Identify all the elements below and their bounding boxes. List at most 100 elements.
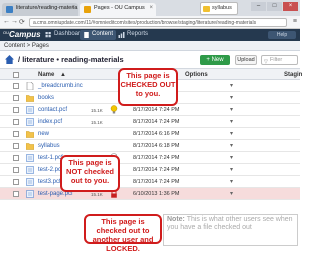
- row-options-dropdown-icon[interactable]: ▾: [230, 118, 233, 125]
- modified-date: 8/17/2014 7:24 PM: [133, 167, 180, 173]
- address-bar-row: ← → ⟳ a.cms.omniupdate.com/11/#omnieditc…: [0, 16, 300, 29]
- forward-arrow-icon[interactable]: →: [11, 18, 18, 25]
- row-checkbox[interactable]: [13, 83, 19, 89]
- row-options-dropdown-icon[interactable]: ▾: [230, 142, 233, 149]
- row-options-dropdown-icon[interactable]: ▾: [230, 178, 233, 185]
- modified-date: 8/17/2014 6:18 PM: [133, 143, 180, 149]
- folder-icon: [25, 130, 35, 138]
- close-tab-icon[interactable]: ×: [71, 5, 75, 11]
- page-icon: [26, 190, 34, 198]
- table-row[interactable]: syllabus 8/17/2014 6:18 PM ▾: [0, 140, 300, 152]
- folder-icon: [25, 142, 35, 150]
- bookmark-label: syllabus: [212, 5, 232, 11]
- lightbulb-lit-icon[interactable]: [110, 105, 118, 115]
- callout-not-checked-out: This page is NOT checked out to you.: [60, 155, 120, 192]
- upload-button[interactable]: Upload: [235, 55, 257, 65]
- browser-menu-icon[interactable]: ≡: [293, 18, 297, 25]
- reports-icon: [118, 32, 125, 38]
- page-icon: [26, 154, 34, 162]
- select-all-checkbox[interactable]: [13, 72, 19, 78]
- row-checkbox[interactable]: [13, 107, 19, 113]
- row-options-dropdown-icon[interactable]: ▾: [230, 166, 233, 173]
- row-options-dropdown-icon[interactable]: ▾: [230, 106, 233, 113]
- column-header-name[interactable]: Name: [38, 72, 54, 78]
- file-name-link[interactable]: test-1.pcf: [38, 155, 63, 161]
- nav-label: Reports: [127, 31, 149, 37]
- app-header: OUCampus Dashboard Content Reports Help: [0, 29, 300, 41]
- file-name-link[interactable]: test-2.pcf: [38, 167, 63, 173]
- nav-reports[interactable]: Reports: [115, 30, 151, 40]
- minimize-button[interactable]: –: [251, 2, 266, 11]
- row-options-dropdown-icon[interactable]: ▾: [230, 82, 233, 89]
- row-checkbox[interactable]: [13, 155, 19, 161]
- modified-date: 8/17/2014 7:24 PM: [133, 107, 180, 113]
- home-icon[interactable]: [5, 55, 14, 64]
- table-row[interactable]: test3.pcf15.1K8/17/2014 7:24 PM▾: [0, 176, 300, 188]
- file-size: 15.1K: [91, 192, 103, 197]
- folder-icon: [203, 6, 210, 12]
- help-menu[interactable]: Help: [268, 31, 296, 39]
- row-checkbox[interactable]: [13, 191, 19, 197]
- row-options-dropdown-icon[interactable]: ▾: [230, 130, 233, 137]
- file-size: 15.1K: [91, 108, 103, 113]
- reload-icon[interactable]: ⟳: [19, 18, 25, 26]
- url-field[interactable]: a.cms.omniupdate.com/11/#omnieditcom/sit…: [29, 18, 287, 27]
- file-name-link[interactable]: contact.pcf: [38, 107, 67, 113]
- path-folder-reading-materials: reading-materials: [61, 55, 124, 64]
- page-favicon-icon: [6, 6, 13, 13]
- callout-checked-out: This page is CHECKED OUT to you.: [118, 68, 178, 106]
- row-checkbox[interactable]: [13, 119, 19, 125]
- note-label: Note:: [167, 216, 185, 223]
- row-checkbox[interactable]: [13, 143, 19, 149]
- back-arrow-icon[interactable]: ←: [3, 18, 10, 25]
- folder-icon: [25, 94, 35, 102]
- file-name-link[interactable]: new: [38, 131, 49, 137]
- row-checkbox[interactable]: [13, 95, 19, 101]
- ou-campus-logo[interactable]: OUCampus: [3, 30, 41, 39]
- browser-tab-title: Pages - OU Campus: [94, 5, 145, 11]
- modified-date: 8/17/2014 7:24 PM: [133, 119, 180, 125]
- maximize-button[interactable]: □: [267, 2, 282, 11]
- table-row[interactable]: index.pcf 15.1K 8/17/2014 7:24 PM ▾: [0, 116, 300, 128]
- table-row[interactable]: new 8/17/2014 6:16 PM ▾: [0, 128, 300, 140]
- browser-tabstrip: literature/reading-materia × Pages - OU …: [0, 0, 300, 16]
- modified-date: 8/17/2014 6:16 PM: [133, 131, 180, 137]
- path-folder-literature[interactable]: literature: [22, 55, 54, 64]
- row-checkbox[interactable]: [13, 167, 19, 173]
- column-header-staging[interactable]: Stagin: [284, 72, 302, 78]
- row-options-dropdown-icon[interactable]: ▾: [230, 94, 233, 101]
- close-window-button[interactable]: ×: [283, 2, 298, 11]
- path-root[interactable]: /: [18, 55, 20, 64]
- file-name-link[interactable]: index.pcf: [38, 119, 62, 125]
- table-row[interactable]: test-1.pcf15.1K8/17/2014 7:24 PM▾: [0, 152, 300, 164]
- syllabus-bookmark[interactable]: syllabus: [200, 2, 238, 15]
- file-icon: [26, 81, 34, 91]
- breadcrumb: Content > Pages: [0, 41, 300, 51]
- note-box: Note: This is what other users see when …: [163, 214, 298, 246]
- table-row[interactable]: test-page.pcf 15.1K 6/10/2013 1:36 PM ▾: [0, 188, 300, 200]
- nav-content[interactable]: Content: [80, 30, 117, 40]
- row-options-dropdown-icon[interactable]: ▾: [230, 154, 233, 161]
- filter-placeholder: Filter: [270, 57, 283, 63]
- table-row[interactable]: test-2.pcf15.1K8/17/2014 7:24 PM▾: [0, 164, 300, 176]
- note-text: This is what other users see when you ha…: [167, 216, 293, 231]
- modified-date: 8/17/2014 7:24 PM: [133, 179, 180, 185]
- content-icon: [84, 32, 89, 38]
- sort-arrow-icon[interactable]: ▲: [60, 72, 66, 78]
- file-name-link[interactable]: _breadcrumb.inc: [38, 83, 83, 89]
- filter-input[interactable]: ▽ Filter: [261, 55, 298, 65]
- page-icon: [26, 118, 34, 126]
- file-name-link[interactable]: books: [38, 95, 54, 101]
- row-checkbox[interactable]: [13, 131, 19, 137]
- page-icon: [26, 106, 34, 114]
- new-button[interactable]: + New: [200, 55, 230, 65]
- file-name-link[interactable]: syllabus: [38, 143, 60, 149]
- row-checkbox[interactable]: [13, 179, 19, 185]
- row-options-dropdown-icon[interactable]: ▾: [230, 190, 233, 197]
- nav-label: Content: [92, 31, 114, 37]
- close-tab-icon[interactable]: ×: [149, 5, 153, 11]
- file-name-link[interactable]: test3.pcf: [38, 179, 61, 185]
- browser-tab-2[interactable]: Pages - OU Campus ×: [80, 3, 156, 16]
- browser-tab-1[interactable]: literature/reading-materia ×: [2, 3, 78, 16]
- filter-icon: ▽: [264, 59, 268, 65]
